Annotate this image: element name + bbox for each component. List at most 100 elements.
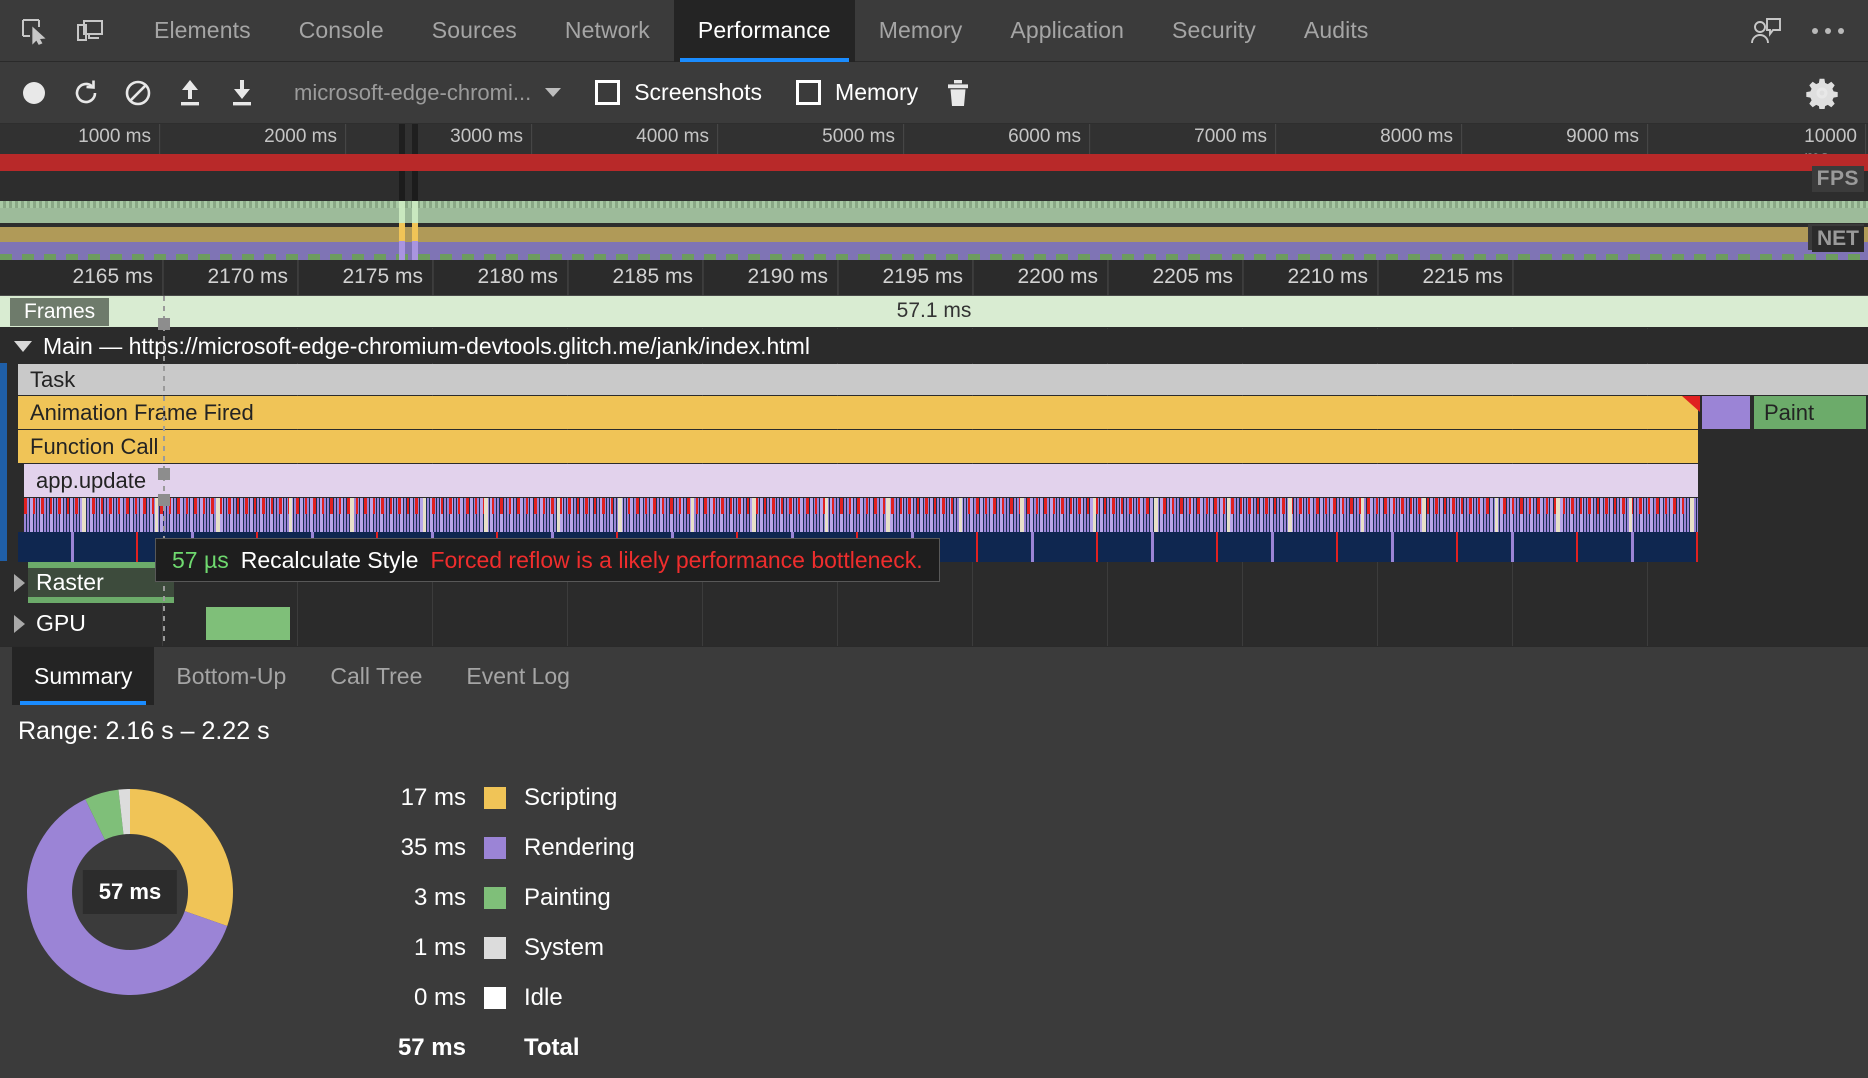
tooltip-event-name: Recalculate Style — [241, 547, 419, 574]
summary-legend: 17 ms Scripting 35 ms Rendering 3 ms Pai… — [370, 773, 635, 1073]
tab-label: Event Log — [466, 663, 570, 690]
tab-elements[interactable]: Elements — [130, 0, 275, 62]
load-profile-button[interactable] — [164, 67, 216, 119]
chevron-down-icon — [14, 341, 32, 352]
playhead-handle-top[interactable] — [158, 318, 170, 330]
checkbox-box — [595, 80, 620, 105]
tab-label: Security — [1172, 17, 1256, 44]
warning-triangle-icon — [1682, 396, 1700, 412]
overview-frames-band — [0, 201, 1868, 223]
ruler-tick: 2185 ms — [612, 265, 703, 289]
memory-label: Memory — [835, 79, 918, 106]
legend-name: Idle — [524, 984, 563, 1012]
frames-track[interactable]: Frames 57.1 ms — [0, 296, 1868, 328]
ruler-tick: 2165 ms — [72, 265, 163, 289]
flame-bar-label: Animation Frame Fired — [18, 400, 254, 426]
clear-button[interactable] — [112, 67, 164, 119]
tabbar-actions — [1726, 0, 1868, 62]
ruler-tick: 2205 ms — [1152, 265, 1243, 289]
legend-row[interactable]: 35 ms Rendering — [370, 823, 635, 873]
legend-row[interactable]: 0 ms Idle — [370, 973, 635, 1023]
more-options-icon[interactable] — [1806, 9, 1850, 53]
overview-tick: 3000 ms — [450, 126, 532, 148]
tab-security[interactable]: Security — [1148, 0, 1280, 62]
chevron-right-icon — [14, 574, 25, 592]
overview-tick: 5000 ms — [822, 126, 904, 148]
overview-fps-band — [0, 171, 1868, 201]
memory-checkbox[interactable]: Memory — [796, 79, 918, 106]
legend-name: System — [524, 934, 604, 962]
tab-audits[interactable]: Audits — [1280, 0, 1393, 62]
tab-event-log[interactable]: Event Log — [444, 647, 592, 705]
screenshots-label: Screenshots — [634, 79, 762, 106]
gpu-track-chip[interactable] — [206, 607, 290, 640]
legend-name: Scripting — [524, 784, 617, 812]
tab-performance[interactable]: Performance — [674, 0, 855, 62]
summary-donut-chart[interactable]: 57 ms — [20, 782, 240, 1002]
tab-network[interactable]: Network — [541, 0, 674, 62]
flame-bar-function-call[interactable]: Function Call — [18, 430, 1698, 463]
raster-label: Raster — [36, 569, 104, 596]
timeline-overview[interactable]: 1000 ms 2000 ms 3000 ms 4000 ms 5000 ms … — [0, 124, 1868, 260]
ruler-tick: 2200 ms — [1017, 265, 1108, 289]
legend-name: Rendering — [524, 834, 635, 862]
range-label: Range: 2.16 s – 2.22 s — [18, 717, 270, 746]
tab-console[interactable]: Console — [275, 0, 408, 62]
gpu-label: GPU — [36, 610, 86, 637]
flame-bar-task[interactable]: Task — [18, 364, 1868, 395]
main-thread-title: Main — https://microsoft-edge-chromium-d… — [43, 333, 810, 360]
playhead-handle-mid[interactable] — [158, 468, 170, 480]
tab-label: Performance — [698, 17, 831, 44]
legend-row[interactable]: 17 ms Scripting — [370, 773, 635, 823]
feedback-icon[interactable] — [1744, 9, 1788, 53]
timeline-ruler: 2165 ms 2170 ms 2175 ms 2180 ms 2185 ms … — [0, 260, 1868, 296]
flame-bar-animation-frame-fired[interactable]: Animation Frame Fired — [18, 396, 1698, 429]
record-button[interactable] — [8, 67, 60, 119]
tab-sources[interactable]: Sources — [408, 0, 541, 62]
screenshots-checkbox[interactable]: Screenshots — [595, 79, 762, 106]
flame-bar-dense-system — [24, 498, 1698, 532]
legend-row[interactable]: 1 ms System — [370, 923, 635, 973]
overview-ruler: 1000 ms 2000 ms 3000 ms 4000 ms 5000 ms … — [0, 124, 1868, 154]
device-toolbar-icon[interactable] — [68, 9, 112, 53]
tab-call-tree[interactable]: Call Tree — [308, 647, 444, 705]
overview-cpu-band — [0, 223, 1868, 260]
tab-application[interactable]: Application — [986, 0, 1148, 62]
tab-memory[interactable]: Memory — [855, 0, 987, 62]
overview-selection-handle-left[interactable] — [399, 124, 405, 260]
save-profile-button[interactable] — [216, 67, 268, 119]
legend-swatch-painting — [484, 887, 506, 909]
tab-label: Call Tree — [330, 663, 422, 690]
details-tabs: Summary Bottom-Up Call Tree Event Log — [0, 647, 1868, 705]
collect-garbage-button[interactable] — [932, 67, 984, 119]
event-tooltip: 57 µs Recalculate Style Forced reflow is… — [155, 538, 940, 582]
flame-bar-rendering-segment[interactable] — [1702, 396, 1750, 429]
frame-duration-label: 57.1 ms — [0, 299, 1868, 323]
flame-bar-paint[interactable]: Paint — [1754, 396, 1866, 429]
capture-settings-button[interactable] — [1796, 67, 1848, 119]
overview-tick: 8000 ms — [1380, 126, 1462, 148]
legend-row[interactable]: 3 ms Painting — [370, 873, 635, 923]
overview-selection-handle-right[interactable] — [412, 124, 418, 260]
ruler-tick: 2195 ms — [882, 265, 973, 289]
overview-tick: 7000 ms — [1194, 126, 1276, 148]
ruler-tick: 2170 ms — [207, 265, 298, 289]
flame-bar-app-update[interactable]: app.update — [24, 464, 1698, 497]
tab-summary[interactable]: Summary — [12, 647, 154, 705]
tab-label: Audits — [1304, 17, 1369, 44]
target-selector[interactable]: microsoft-edge-chromi... — [294, 80, 561, 106]
panel-tabs: Elements Console Sources Network Perform… — [130, 0, 1392, 62]
legend-value: 35 ms — [370, 834, 466, 862]
reload-and-record-button[interactable] — [60, 67, 112, 119]
flame-bar-label: Function Call — [18, 434, 158, 460]
main-thread-track-header[interactable]: Main — https://microsoft-edge-chromium-d… — [0, 329, 1868, 363]
flame-bar-label: Task — [18, 367, 75, 393]
ruler-tick: 2180 ms — [477, 265, 568, 289]
tab-bottom-up[interactable]: Bottom-Up — [154, 647, 308, 705]
tab-label: Memory — [879, 17, 963, 44]
playhead-handle-low[interactable] — [158, 494, 170, 506]
inspect-element-icon[interactable] — [12, 9, 56, 53]
overview-tick: 4000 ms — [636, 126, 718, 148]
flame-chart[interactable]: Frames 57.1 ms Main — https://microsoft-… — [0, 296, 1868, 646]
overview-tick: 6000 ms — [1008, 126, 1090, 148]
